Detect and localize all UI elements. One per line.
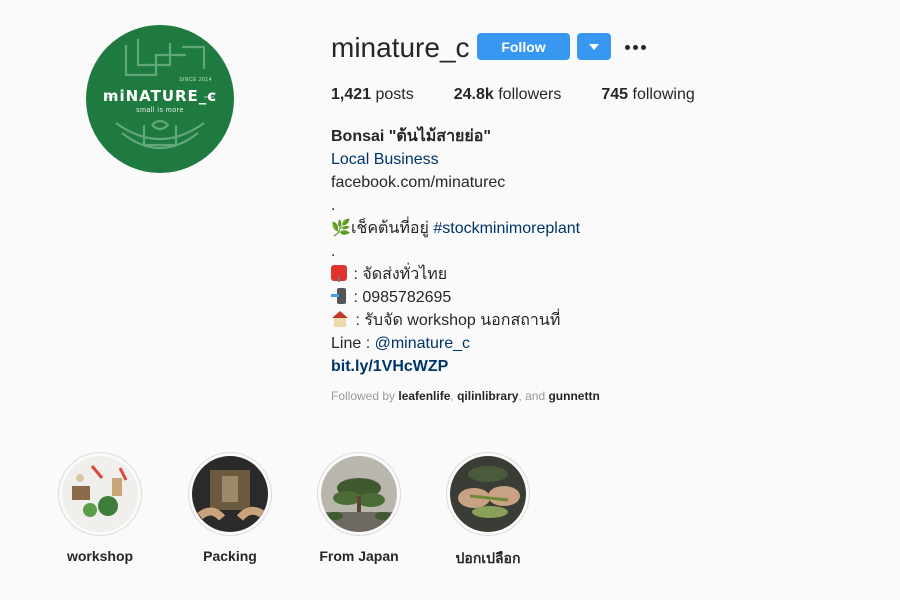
profile-stats: 1,421 posts 24.8k followers 745 followin… (331, 86, 735, 104)
profile-website-link[interactable]: bit.ly/1VHcWZP (331, 355, 851, 378)
house-icon (331, 311, 349, 327)
story-highlight-packing[interactable]: Packing (188, 452, 272, 564)
profile-full-name: Bonsai "ต้นไม้สายย่อ" (331, 128, 491, 145)
highlight-cover-image (321, 456, 397, 532)
more-options-button[interactable] (625, 38, 649, 56)
highlight-ring (446, 452, 530, 536)
followed-by-separator: , and (518, 389, 549, 403)
followed-by-user: gunnettn (548, 389, 600, 403)
bio-separator: . (331, 197, 336, 214)
following-count: 745 (601, 86, 629, 103)
following-stat[interactable]: 745 following (601, 86, 694, 104)
dot-icon (625, 44, 630, 50)
bio-shipping-line: : จัดส่งทั่วไทย (331, 263, 851, 286)
bio-phone-line: : 0985782695 (331, 286, 851, 309)
followers-stat[interactable]: 24.8k followers (454, 86, 562, 104)
line-prefix: Line : (331, 335, 375, 352)
leaf-icon: 🌿 (331, 220, 351, 237)
profile-bio: Bonsai "ต้นไม้สายย่อ" Local Business fac… (331, 125, 851, 378)
highlight-label: ปอกเปลือก (455, 550, 521, 566)
highlight-label: Packing (203, 548, 257, 564)
posts-count: 1,421 (331, 86, 372, 103)
highlight-cover-image (62, 456, 138, 532)
bio-facebook-line: facebook.com/minaturec (331, 174, 506, 191)
highlight-label: From Japan (319, 548, 399, 564)
followers-count: 24.8k (453, 86, 494, 103)
highlight-ring (317, 452, 401, 536)
story-highlight-workshop[interactable]: workshop (58, 452, 142, 564)
highlight-cover-image (192, 456, 268, 532)
posts-label: posts (371, 86, 414, 103)
story-highlight-from-japan[interactable]: From Japan (317, 452, 401, 564)
following-label: following (628, 86, 695, 103)
highlight-ring (188, 452, 272, 536)
highlight-cover-image (450, 456, 526, 532)
highlight-label: workshop (66, 548, 134, 564)
bio-line-id: Line : @minature_c (331, 332, 851, 355)
dot-icon (633, 44, 638, 50)
follow-button[interactable]: Follow (477, 33, 570, 60)
chevron-down-icon (589, 43, 599, 50)
mailbox-icon (331, 265, 347, 282)
followers-label: followers (493, 86, 562, 103)
profile-avatar[interactable]: SINCE 2014 miNATURE_c small is more (86, 25, 234, 173)
suggestions-dropdown-button[interactable] (577, 33, 611, 60)
bio-separator: . (331, 243, 336, 260)
profile-category: Local Business (331, 151, 439, 168)
bio-stock-line: 🌿เช็คต้นที่อยู่ #stockminimoreplant (331, 217, 851, 240)
bio-stock-text: เช็คต้นที่อยู่ (351, 220, 434, 237)
hashtag-link[interactable]: #stockminimoreplant (433, 220, 580, 237)
followed-by-user: leafenlife (398, 389, 451, 403)
profile-username: minature_c (331, 32, 470, 63)
bio-phone-text: : 0985782695 (349, 289, 452, 306)
highlight-ring (58, 452, 142, 536)
avatar-tagline: small is more (136, 107, 184, 114)
bio-workshop-line: : รับจัด workshop นอกสถานที่ (331, 309, 851, 332)
posts-stat: 1,421 posts (331, 86, 414, 104)
bio-shipping-text: : จัดส่งทั่วไทย (349, 266, 448, 283)
bio-workshop-text: : รับจัด workshop นอกสถานที่ (351, 312, 561, 329)
line-mention-link[interactable]: @minature_c (375, 335, 470, 352)
avatar-since: SINCE 2014 (179, 77, 212, 83)
followed-by-user: qilinlibrary (457, 389, 519, 403)
story-highlight-peeling[interactable]: ปอกเปลือก (446, 452, 530, 570)
dot-icon (641, 44, 646, 50)
followed-by-prefix: Followed by (331, 389, 399, 403)
profile-page: SINCE 2014 miNATURE_c small is more mina… (0, 0, 900, 600)
phone-icon (331, 288, 347, 304)
followed-by[interactable]: Followed by leafenlife, qilinlibrary, an… (331, 389, 600, 403)
avatar-logo-text: miNATURE_c (102, 87, 218, 105)
